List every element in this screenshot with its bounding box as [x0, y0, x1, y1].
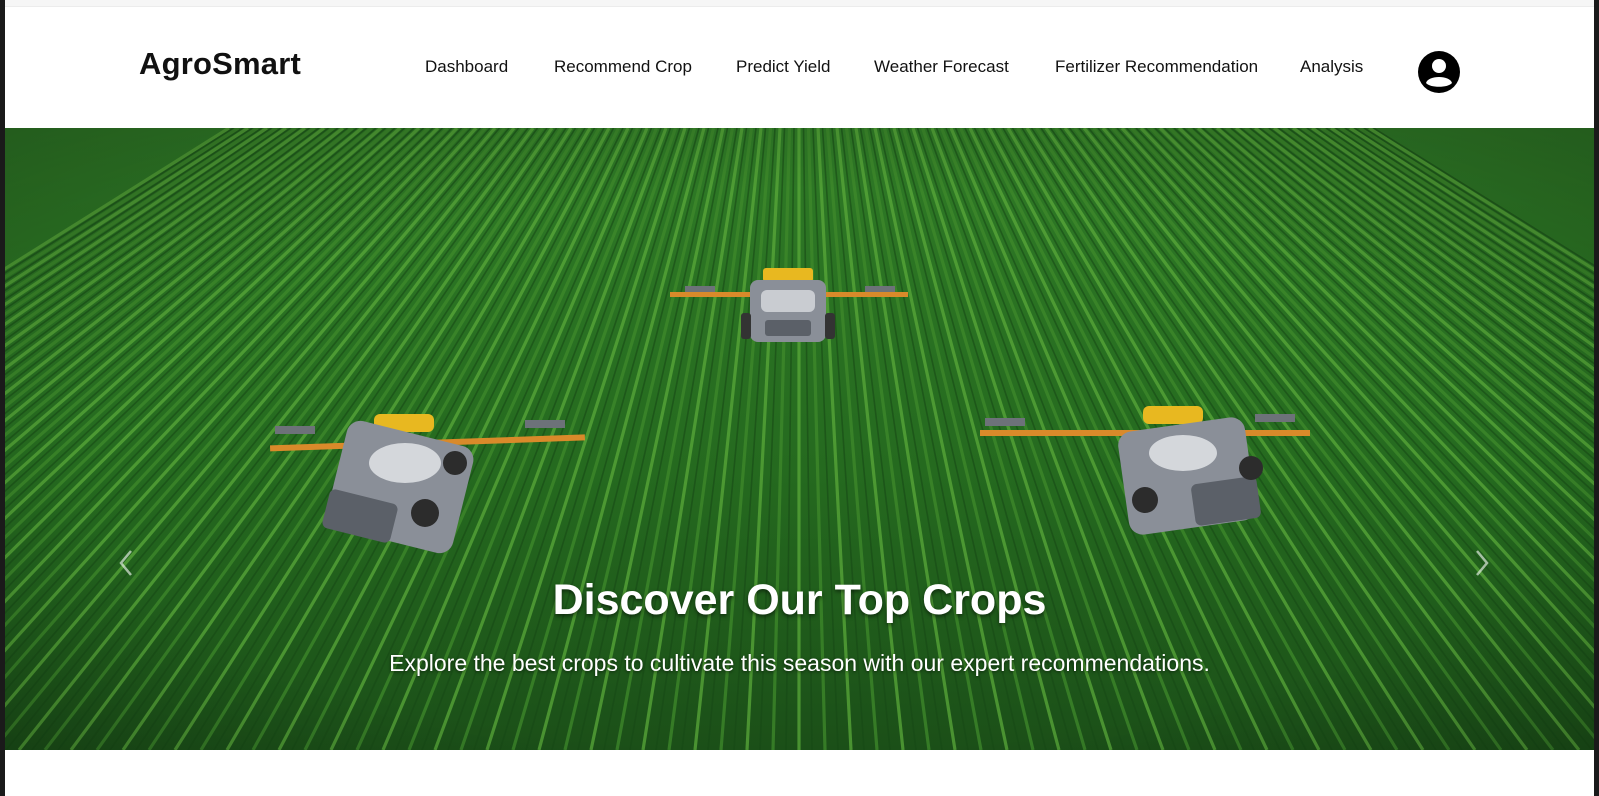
hero-carousel: Discover Our Top Crops Explore the best … [5, 128, 1594, 750]
nav-link-fertilizer-recommendation[interactable]: Fertilizer Recommendation [1055, 57, 1258, 77]
nav-links: Dashboard Recommend Crop Predict Yield W… [5, 57, 1594, 81]
nav-link-dashboard[interactable]: Dashboard [425, 57, 508, 77]
page: AgroSmart Dashboard Recommend Crop Predi… [5, 0, 1594, 796]
hero-subtitle: Explore the best crops to cultivate this… [389, 650, 1210, 676]
nav-link-weather-forecast[interactable]: Weather Forecast [874, 57, 1009, 77]
nav-link-predict-yield[interactable]: Predict Yield [736, 57, 831, 77]
user-circle-icon[interactable] [1417, 50, 1461, 94]
nav-link-analysis[interactable]: Analysis [1300, 57, 1363, 77]
hero-title: Discover Our Top Crops [552, 576, 1047, 624]
content-area [5, 750, 1594, 796]
nav-link-recommend-crop[interactable]: Recommend Crop [554, 57, 692, 77]
window-frame-right [1594, 0, 1599, 796]
navbar: AgroSmart Dashboard Recommend Crop Predi… [5, 7, 1594, 128]
chevron-right-icon[interactable] [1467, 546, 1495, 580]
top-strip [5, 0, 1594, 7]
chevron-left-icon[interactable] [113, 546, 141, 580]
